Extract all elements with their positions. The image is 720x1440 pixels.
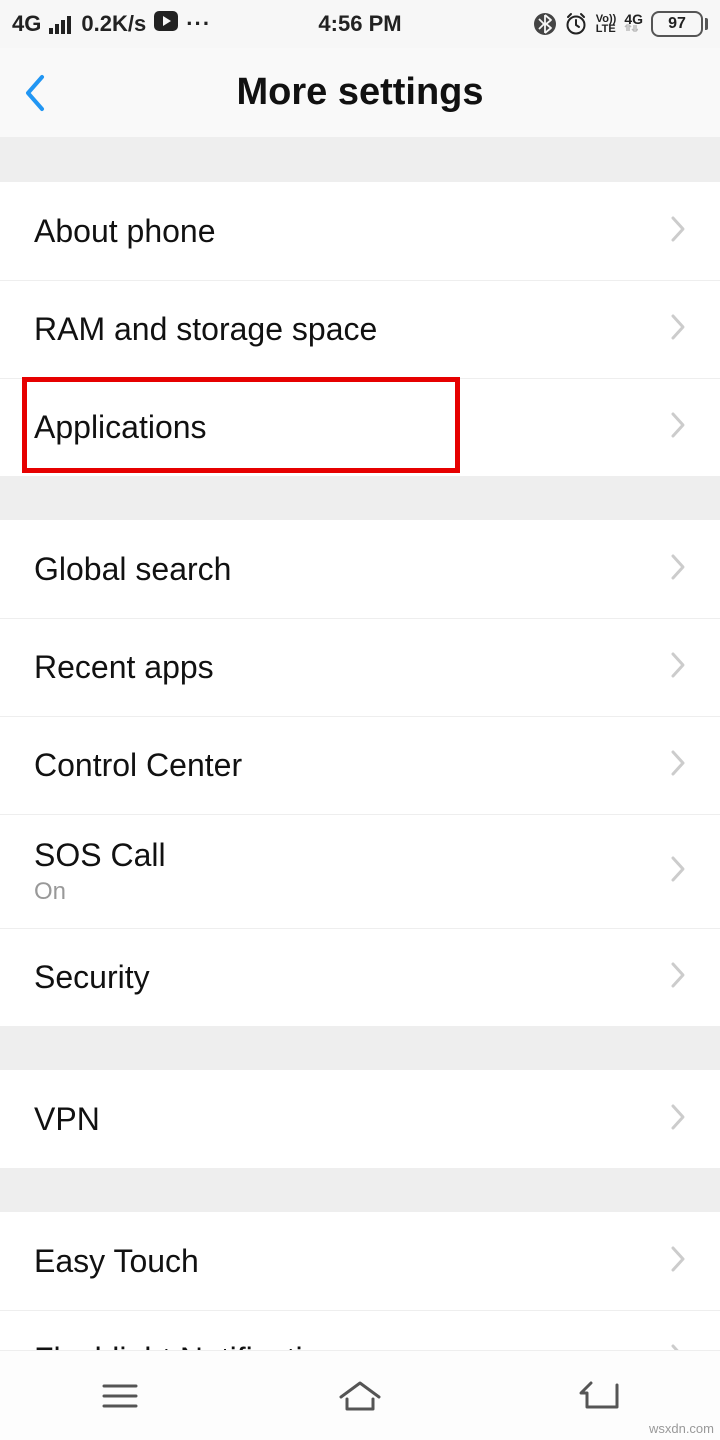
section-phone: About phone RAM and storage space Applic… [0,182,720,476]
row-recent-apps[interactable]: Recent apps [0,618,720,716]
battery-icon: 97 [651,11,708,37]
chevron-right-icon [670,411,686,444]
row-sos-call[interactable]: SOS Call On [0,814,720,928]
row-sublabel: On [34,878,670,906]
chevron-right-icon [670,961,686,994]
row-vpn[interactable]: VPN [0,1070,720,1168]
chevron-right-icon [670,749,686,782]
row-label: About phone [34,213,670,250]
row-label: Global search [34,551,670,588]
row-label: VPN [34,1101,670,1138]
back-nav-button[interactable] [540,1366,660,1426]
row-global-search[interactable]: Global search [0,520,720,618]
section-system: Global search Recent apps Control Center… [0,520,720,1026]
row-label: Recent apps [34,649,670,686]
status-bar: 4G 0.2K/s ··· 4:56 PM Vo))LTE 4G [0,0,720,48]
4g-indicator: 4G [624,13,643,32]
row-label: SOS Call [34,837,670,874]
chevron-right-icon [670,1245,686,1278]
row-label: Security [34,959,670,996]
row-control-center[interactable]: Control Center [0,716,720,814]
home-button[interactable] [300,1366,420,1426]
bluetooth-icon [534,12,556,36]
chevron-right-icon [670,855,686,888]
row-about-phone[interactable]: About phone [0,182,720,280]
youtube-icon [154,11,178,37]
volte-icon: Vo))LTE [596,14,617,34]
row-label: RAM and storage space [34,311,670,348]
row-label: Easy Touch [34,1243,670,1280]
section-vpn: VPN [0,1070,720,1168]
speed-label: 0.2K/s [81,11,146,37]
chevron-right-icon [670,553,686,586]
back-button[interactable] [0,48,70,137]
alarm-icon [564,12,588,36]
row-ram-storage[interactable]: RAM and storage space [0,280,720,378]
page-title: More settings [0,71,720,114]
row-easy-touch[interactable]: Easy Touch [0,1212,720,1310]
chevron-right-icon [670,313,686,346]
row-label: Applications [34,409,670,446]
network-label: 4G [12,11,41,37]
navigation-bar [0,1350,720,1440]
signal-icon [49,14,73,34]
row-applications[interactable]: Applications [0,378,720,476]
row-security[interactable]: Security [0,928,720,1026]
watermark: wsxdn.com [649,1421,714,1436]
row-label: Control Center [34,747,670,784]
chevron-right-icon [670,1103,686,1136]
chevron-right-icon [670,215,686,248]
more-icon: ··· [186,11,211,37]
recents-button[interactable] [60,1366,180,1426]
header: More settings [0,48,720,138]
chevron-right-icon [670,651,686,684]
